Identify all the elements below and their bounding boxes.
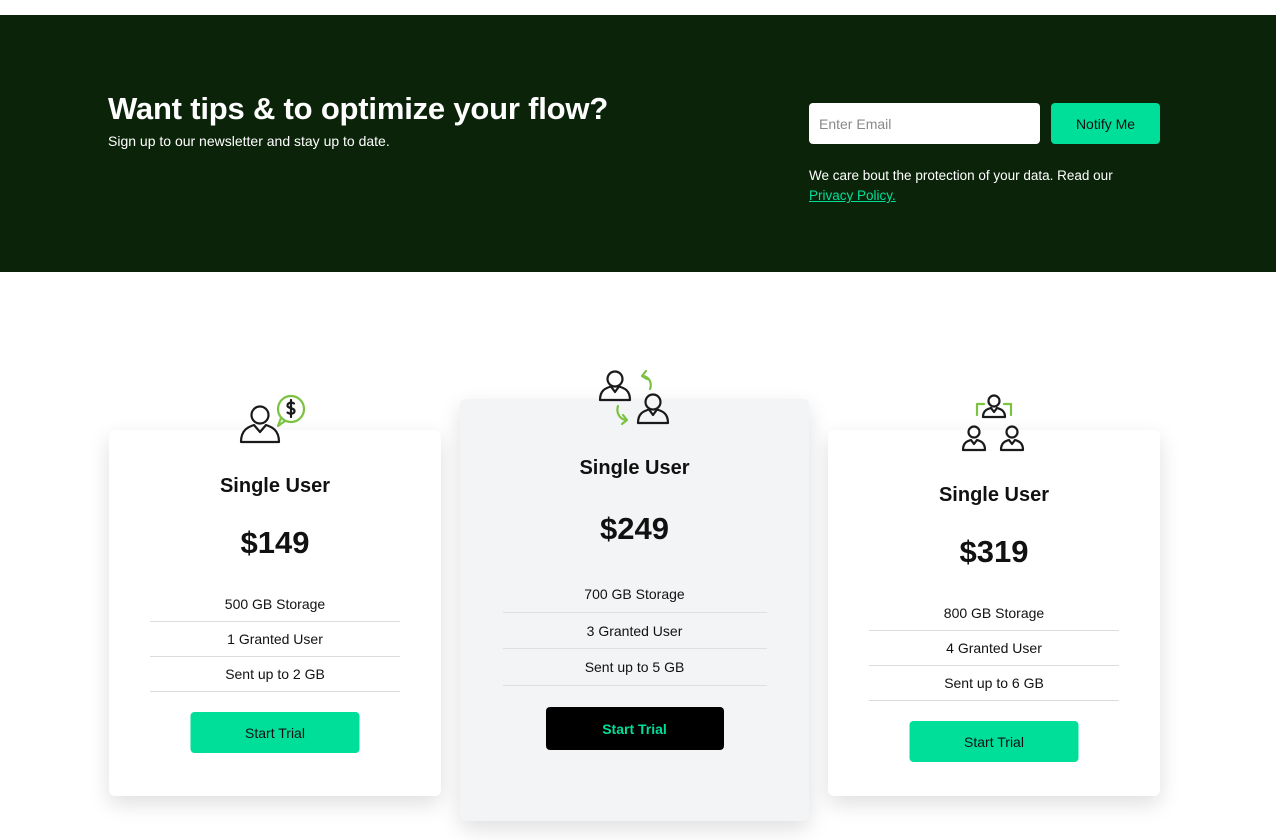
- privacy-notice: We care bout the protection of your data…: [809, 166, 1149, 206]
- feature-list: 800 GB Storage 4 Granted User Sent up to…: [869, 596, 1119, 701]
- privacy-text: We care bout the protection of your data…: [809, 168, 1113, 183]
- start-trial-button[interactable]: Start Trial: [190, 712, 360, 753]
- pricing-card-team: Single User $319 800 GB Storage 4 Grante…: [828, 394, 1160, 796]
- start-trial-button[interactable]: Start Trial: [545, 707, 724, 750]
- email-input[interactable]: [809, 103, 1040, 144]
- start-trial-button[interactable]: Start Trial: [909, 721, 1079, 762]
- newsletter-subtitle: Sign up to our newsletter and stay up to…: [108, 133, 390, 149]
- newsletter-section: Want tips & to optimize your flow? Sign …: [0, 15, 1276, 272]
- user-dollar-icon: [238, 394, 312, 453]
- feature-item: Sent up to 6 GB: [869, 666, 1119, 701]
- plan-price: $249: [600, 511, 669, 546]
- feature-item: 3 Granted User: [502, 613, 767, 650]
- feature-list: 500 GB Storage 1 Granted User Sent up to…: [150, 587, 400, 692]
- privacy-policy-link[interactable]: Privacy Policy.: [809, 188, 896, 203]
- feature-item: 700 GB Storage: [502, 576, 767, 613]
- feature-item: Sent up to 2 GB: [150, 657, 400, 692]
- newsletter-title: Want tips & to optimize your flow?: [108, 91, 609, 126]
- feature-item: 4 Granted User: [869, 631, 1119, 666]
- feature-item: 800 GB Storage: [869, 596, 1119, 631]
- pricing-card-featured: Single User $249 700 GB Storage 3 Grante…: [460, 369, 809, 821]
- feature-list: 700 GB Storage 3 Granted User Sent up to…: [502, 576, 767, 687]
- user-group-icon: [957, 394, 1031, 461]
- feature-item: Sent up to 5 GB: [502, 649, 767, 687]
- plan-price: $319: [959, 534, 1029, 569]
- feature-item: 1 Granted User: [150, 622, 400, 657]
- notify-me-button[interactable]: Notify Me: [1051, 103, 1160, 144]
- plan-name: Single User: [938, 484, 1050, 506]
- pricing-card-basic: Single User $149 500 GB Storage 1 Grante…: [109, 394, 441, 796]
- plan-name: Single User: [579, 457, 690, 479]
- users-exchange-icon: [598, 369, 672, 432]
- plan-price: $149: [240, 525, 310, 560]
- plan-name: Single User: [219, 475, 331, 497]
- feature-item: 500 GB Storage: [150, 587, 400, 622]
